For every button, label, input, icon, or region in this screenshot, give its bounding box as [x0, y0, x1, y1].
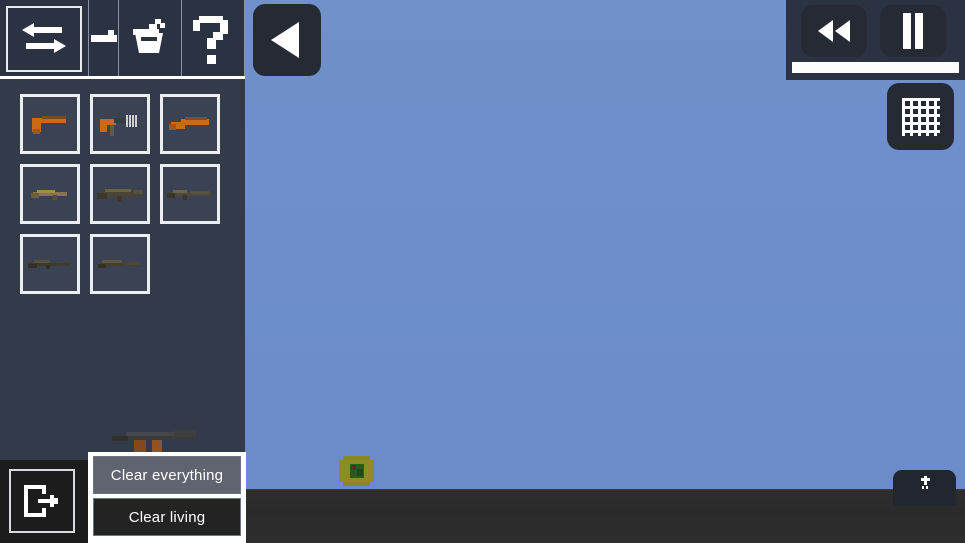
exit-icon: [20, 481, 64, 521]
next-tool-button[interactable]: [90, 0, 117, 76]
pistol-icon: [28, 110, 72, 138]
battle-rifle-icon: [96, 255, 144, 273]
smg-icon: [96, 109, 144, 139]
weapon-slot-smg[interactable]: [90, 94, 150, 154]
playback-hud: [786, 0, 965, 80]
arrow-right-icon: [90, 23, 117, 53]
grid-toggle-button[interactable]: [887, 83, 954, 150]
help-button[interactable]: [183, 0, 243, 76]
paint-tool-button[interactable]: [120, 0, 180, 76]
weapon-slot-machine-gun[interactable]: [160, 164, 220, 224]
carbine-icon: [27, 184, 73, 204]
sawed-off-shotgun-icon: [167, 111, 213, 137]
rewind-button[interactable]: [801, 5, 867, 57]
game-screen: Clear everything Clear living: [0, 0, 965, 543]
weapon-slot-sniper-rifle[interactable]: [20, 234, 80, 294]
pause-icon: [900, 11, 926, 51]
rewind-icon: [815, 18, 853, 44]
toolbar-divider-1: [88, 0, 89, 78]
triangle-left-icon: [267, 19, 307, 61]
spawned-entity[interactable]: [339, 456, 374, 486]
grid-icon: [900, 96, 942, 138]
swap-arrows-icon: [18, 19, 70, 59]
weapon-slot-sawed-off-shotgun[interactable]: [160, 94, 220, 154]
weapon-slot-assault-rifle[interactable]: [90, 164, 150, 224]
back-button[interactable]: [253, 4, 321, 76]
toolbar-divider-2: [118, 0, 119, 78]
weapon-slot-battle-rifle[interactable]: [90, 234, 150, 294]
toolbar-underline: [0, 76, 245, 79]
anchor-down-icon: [919, 476, 931, 490]
sidebar-toolbar: [0, 0, 245, 79]
paint-bucket-icon: [127, 15, 173, 61]
toolbar-divider-4: [244, 0, 245, 78]
entity-marker-red: [351, 465, 356, 470]
clear-living-button[interactable]: Clear living: [93, 498, 241, 536]
clear-everything-button[interactable]: Clear everything: [93, 456, 241, 494]
question-mark-icon: [191, 12, 235, 64]
machine-gun-icon: [165, 184, 215, 204]
assault-rifle-icon: [95, 183, 145, 205]
swap-tool-button[interactable]: [6, 6, 82, 72]
sniper-rifle-icon: [26, 255, 74, 273]
pause-button[interactable]: [880, 5, 946, 57]
toolbar-divider-3: [181, 0, 182, 78]
timeline-bar[interactable]: [792, 62, 959, 73]
clear-actions-panel: Clear everything Clear living: [88, 452, 246, 543]
entity-marker-green: [357, 469, 363, 476]
weapon-slot-pistol[interactable]: [20, 94, 80, 154]
exit-panel: [0, 460, 88, 543]
weapon-slot-carbine[interactable]: [20, 164, 80, 224]
exit-button[interactable]: [9, 469, 75, 533]
bottom-right-handle[interactable]: [893, 470, 956, 506]
